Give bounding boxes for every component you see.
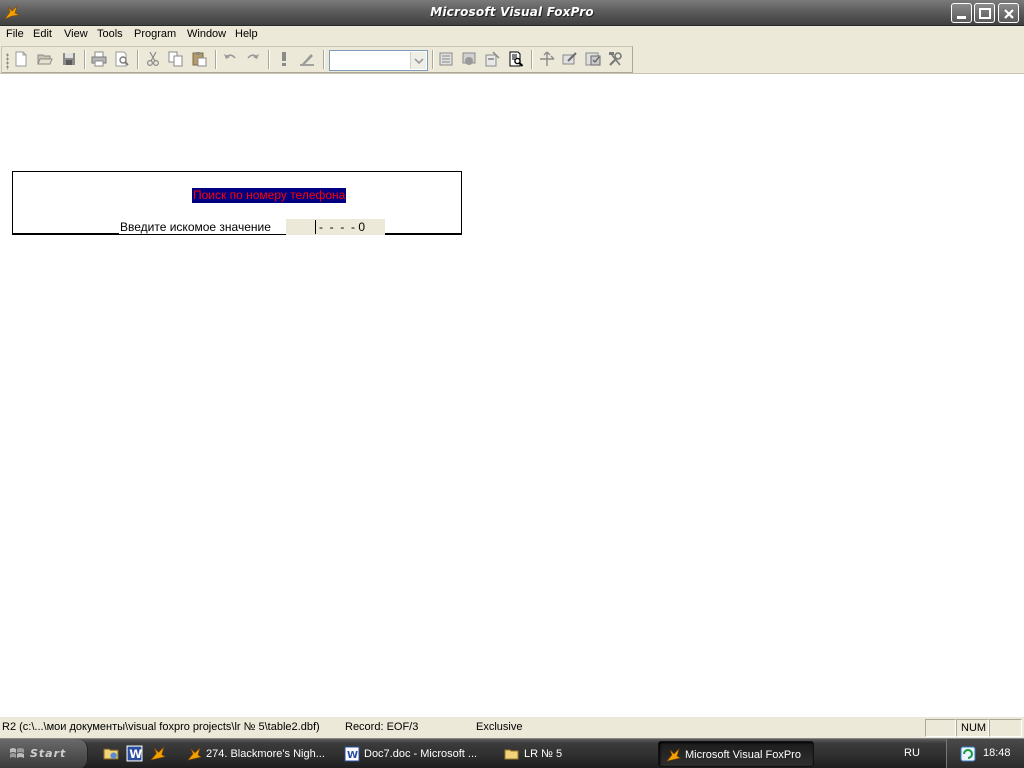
toolbar-separator: [215, 50, 217, 69]
task-label: 274. Blackmore's Nigh...: [206, 748, 325, 760]
form-divider-left: [12, 233, 119, 234]
window-title: Microsoft Visual FoxPro: [430, 5, 594, 19]
properties-icon[interactable]: [585, 51, 601, 67]
foxpro-quicklaunch-icon[interactable]: [149, 745, 166, 762]
status-bar: R2 (c:\...\мои документы\visual foxpro p…: [0, 716, 1024, 738]
foxpro-icon: [187, 746, 202, 761]
taskbar: Start W 274. Blackmore's Nigh... W Doc7.…: [0, 738, 1024, 768]
language-indicator[interactable]: RU: [904, 747, 920, 759]
search-label: Введите искомое значение: [120, 220, 271, 234]
code-icon[interactable]: [539, 51, 555, 67]
report-wizard-icon[interactable]: [484, 51, 500, 67]
text-caret: [315, 220, 316, 234]
menu-tools[interactable]: Tools: [97, 28, 123, 40]
task-button-visual-foxpro[interactable]: Microsoft Visual FoxPro: [658, 741, 814, 767]
toolbar-separator: [432, 50, 434, 69]
new-file-icon[interactable]: [13, 51, 29, 67]
undo-icon[interactable]: [222, 51, 238, 67]
start-label: Start: [30, 747, 67, 760]
explorer-quicklaunch-icon[interactable]: [103, 745, 120, 762]
task-button-foxpro-blackmore[interactable]: 274. Blackmore's Nigh...: [180, 741, 332, 767]
form-title: Поиск по номеру телефона: [192, 188, 347, 203]
folder-icon: [504, 749, 519, 760]
redo-icon[interactable]: [245, 51, 261, 67]
maximize-button[interactable]: [974, 3, 995, 23]
menu-file[interactable]: File: [6, 28, 24, 40]
print-icon[interactable]: [91, 51, 107, 67]
menu-edit[interactable]: Edit: [33, 28, 52, 40]
task-button-word-doc7[interactable]: W Doc7.doc - Microsoft ...: [338, 741, 490, 767]
modify-form-icon[interactable]: [299, 51, 315, 67]
copy-icon[interactable]: [168, 51, 184, 67]
svg-text:W: W: [347, 750, 358, 761]
paste-icon[interactable]: [191, 51, 207, 67]
foxpro-icon: [666, 747, 681, 762]
svg-text:W: W: [129, 747, 142, 761]
title-bar[interactable]: Microsoft Visual FoxPro: [0, 0, 1024, 26]
browse-icon[interactable]: [508, 51, 524, 67]
status-record: Record: EOF/3: [345, 721, 419, 733]
task-label: Microsoft Visual FoxPro: [685, 749, 801, 761]
open-folder-icon[interactable]: [37, 51, 53, 67]
menu-help[interactable]: Help: [235, 28, 258, 40]
task-label: Doc7.doc - Microsoft ...: [364, 748, 478, 760]
input-mask-value: - - - - 0: [319, 220, 365, 234]
builder-icon[interactable]: [562, 51, 578, 67]
menu-view[interactable]: View: [64, 28, 88, 40]
tools-icon[interactable]: [607, 51, 623, 67]
cut-icon[interactable]: [145, 51, 161, 67]
clock[interactable]: 18:48: [983, 747, 1011, 759]
toolbar-separator: [268, 50, 270, 69]
windows-logo-icon: [10, 748, 24, 758]
status-table-path: R2 (c:\...\мои документы\visual foxpro p…: [2, 721, 320, 733]
form-wizard-icon[interactable]: [461, 51, 477, 67]
close-button[interactable]: [998, 3, 1019, 23]
minimize-icon: [957, 16, 966, 19]
start-button[interactable]: Start: [0, 739, 88, 768]
close-icon: [1004, 9, 1014, 19]
toolbar-separator: [137, 50, 139, 69]
combo-dropdown-button[interactable]: [410, 52, 426, 69]
task-button-folder-lr5[interactable]: LR № 5: [498, 741, 650, 767]
task-label: LR № 5: [524, 748, 563, 760]
database-combo[interactable]: [329, 50, 428, 71]
menu-bar: File Edit View Tools Program Window Help: [0, 26, 1024, 45]
menu-window[interactable]: Window: [187, 28, 226, 40]
chevron-down-icon: [414, 58, 424, 65]
minimize-button[interactable]: [951, 3, 972, 23]
menu-program[interactable]: Program: [134, 28, 176, 40]
restore-icon: [979, 8, 991, 19]
word-icon: W: [344, 746, 360, 762]
run-icon[interactable]: [276, 51, 292, 67]
toolbar: [0, 45, 1024, 74]
form-divider-right: [385, 233, 462, 234]
phone-search-input[interactable]: - - - - 0: [286, 219, 385, 235]
status-panel-num: NUM: [956, 719, 989, 737]
toolbar-grip[interactable]: [6, 53, 9, 70]
toolbar-separator: [531, 50, 533, 69]
status-panel-ins: [989, 719, 1022, 737]
toolbar-separator: [84, 50, 86, 69]
save-icon[interactable]: [61, 51, 77, 67]
status-mode: Exclusive: [476, 721, 523, 733]
toolbar-separator: [323, 50, 325, 69]
status-panel-caps: [925, 719, 956, 737]
network-tray-icon[interactable]: [960, 746, 976, 762]
word-quicklaunch-icon[interactable]: W: [126, 745, 143, 762]
print-preview-icon[interactable]: [114, 51, 130, 67]
data-session-icon[interactable]: [438, 51, 454, 67]
